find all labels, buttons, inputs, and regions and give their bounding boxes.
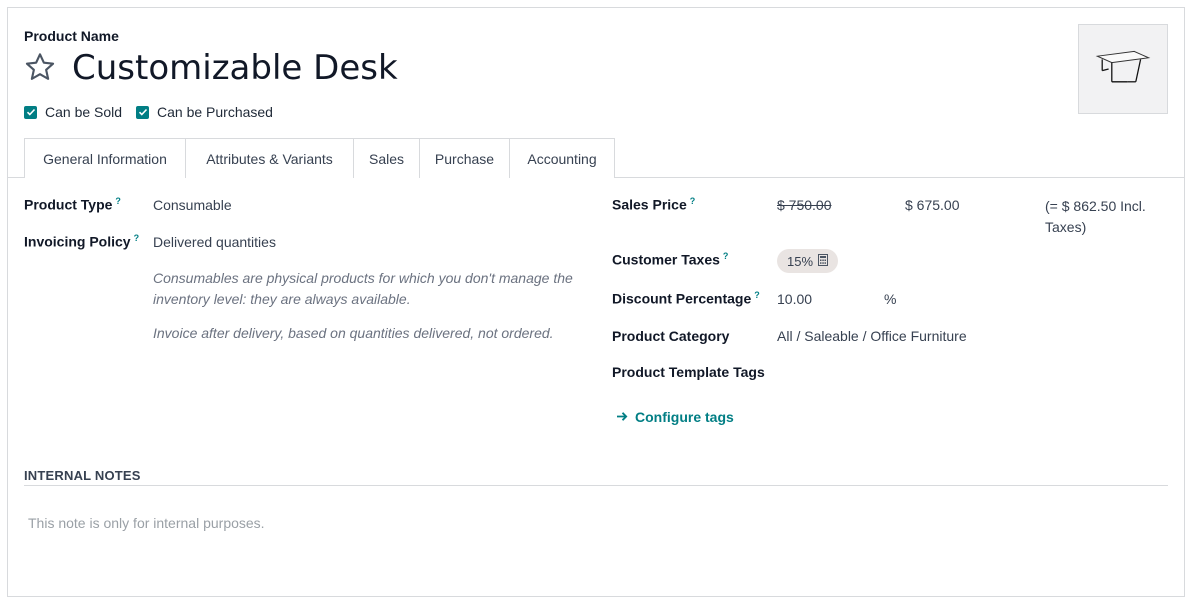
sales-price-original[interactable]: $ 750.00 [777, 197, 832, 213]
configure-tags-link[interactable]: Configure tags [616, 409, 734, 425]
help-tooltip-icon[interactable]: ? [134, 233, 140, 243]
star-outline-icon[interactable] [23, 51, 57, 83]
desk-image-icon [1095, 50, 1151, 83]
can-be-sold-checkbox[interactable]: Can be Sold [24, 103, 122, 121]
product-category-label: Product Category [612, 328, 730, 344]
calculator-icon[interactable] [818, 253, 829, 269]
invoicing-policy-help-text: Invoice after delivery, based on quantit… [153, 325, 554, 341]
tab-general-information[interactable]: General Information [24, 138, 186, 178]
customer-tax-tag[interactable]: 15% [777, 249, 839, 273]
checkbox-checked-icon[interactable] [24, 105, 37, 119]
product-template-tags-label: Product Template Tags [612, 364, 765, 380]
product-type-label: Product Type? [24, 196, 121, 213]
help-tooltip-icon[interactable]: ? [754, 290, 760, 300]
help-tooltip-icon[interactable]: ? [690, 196, 696, 206]
sales-price-incl-taxes: (= $ 862.50 Incl. Taxes) [1045, 198, 1146, 235]
product-category-field[interactable]: All / Saleable / Office Furniture [777, 328, 967, 344]
product-type-help-text: Consumables are physical products for wh… [153, 270, 573, 307]
can-be-purchased-checkbox[interactable]: Can be Purchased [136, 103, 273, 121]
internal-notes-heading: INTERNAL NOTES [24, 468, 141, 483]
customer-taxes-label: Customer Taxes? [612, 251, 729, 268]
product-type-field[interactable]: Consumable [153, 197, 232, 213]
arrow-right-icon [616, 409, 629, 425]
tab-accounting[interactable]: Accounting [509, 138, 615, 178]
invoicing-policy-field[interactable]: Delivered quantities [153, 234, 276, 250]
can-be-purchased-label: Can be Purchased [157, 104, 273, 120]
product-name-label: Product Name [24, 28, 119, 44]
help-tooltip-icon[interactable]: ? [115, 196, 121, 206]
internal-notes-divider [24, 485, 1168, 486]
product-title[interactable]: Customizable Desk [72, 48, 398, 88]
sales-price-label: Sales Price? [612, 196, 696, 213]
discount-percentage-label: Discount Percentage? [612, 290, 760, 307]
discount-percentage-unit: % [884, 291, 897, 307]
configure-tags-label: Configure tags [635, 409, 734, 425]
invoicing-policy-label: Invoicing Policy? [24, 233, 140, 250]
sales-price-discounted: $ 675.00 [905, 197, 960, 213]
tax-tag-label: 15% [787, 253, 814, 269]
product-image[interactable] [1078, 24, 1168, 114]
can-be-sold-label: Can be Sold [45, 104, 123, 120]
tab-sales[interactable]: Sales [353, 138, 420, 178]
product-form-sheet: Product Name Customizable Desk Can be So… [7, 7, 1185, 597]
tab-purchase[interactable]: Purchase [419, 138, 510, 178]
internal-notes-editor[interactable]: This note is only for internal purposes. [28, 515, 265, 531]
tab-attributes-variants[interactable]: Attributes & Variants [185, 138, 354, 178]
discount-percentage-field[interactable]: 10.00 [777, 291, 812, 307]
help-tooltip-icon[interactable]: ? [723, 251, 729, 261]
checkbox-checked-icon[interactable] [136, 105, 149, 119]
